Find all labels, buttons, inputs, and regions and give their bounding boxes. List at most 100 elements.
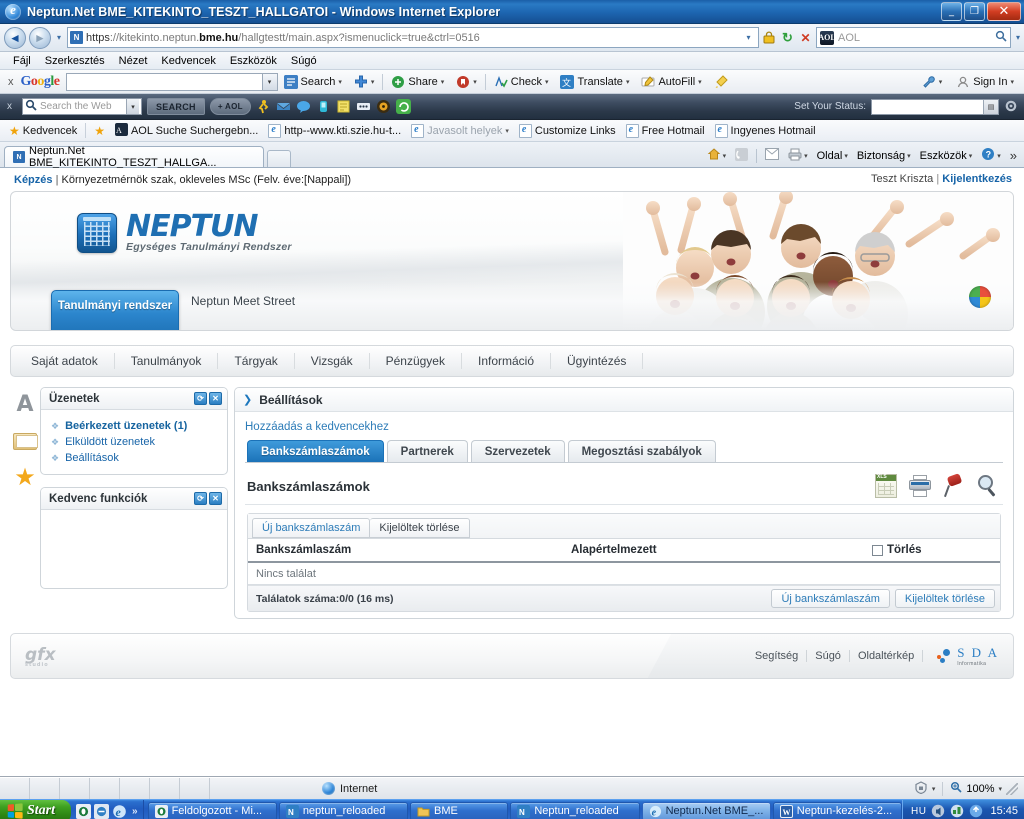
zoom-magnifier-icon[interactable] — [950, 781, 962, 796]
footer-link-segitseg[interactable]: Segítség — [755, 650, 798, 662]
magnifier-icon[interactable] — [977, 474, 999, 498]
google-share-button[interactable]: Share ▾ — [385, 75, 450, 89]
zoom-level[interactable]: 100% — [966, 783, 994, 795]
xls-export-icon[interactable] — [875, 474, 897, 498]
google-autofill-caret[interactable]: ▾ — [698, 78, 702, 86]
window-title-bar[interactable]: Neptun.Net BME_KITEKINTO_TESZT_HALLGATOI… — [0, 0, 1024, 24]
menu-item-eszkozok[interactable]: Eszközök — [223, 54, 284, 68]
aol-more-icon[interactable] — [356, 99, 371, 114]
home-button[interactable]: ▾ — [704, 147, 730, 164]
favorite-kti-szie[interactable]: http--www.kti.szie.hu-t... — [263, 123, 406, 138]
add-favorite-button[interactable]: ★ — [89, 124, 110, 138]
aol-search-button[interactable]: SEARCH — [147, 98, 205, 115]
tab-partnerek[interactable]: Partnerek — [386, 440, 468, 462]
google-search-button[interactable]: Search ▾ — [278, 74, 348, 89]
task-button-neptun-kezeles[interactable]: W Neptun-kezelés-2... — [772, 801, 903, 819]
favorite-customize-links[interactable]: Customize Links — [514, 123, 621, 138]
google-translate-button[interactable]: 文 Translate ▾ — [554, 74, 635, 89]
favorite-free-hotmail[interactable]: Free Hotmail — [621, 123, 710, 138]
tools-menu-button[interactable]: Eszközök ▾ — [917, 150, 976, 162]
envelope-icon[interactable] — [13, 433, 38, 450]
refresh-icon[interactable]: ↻ — [780, 30, 795, 46]
browser-tab-neptun[interactable]: N Neptun.Net BME_KITEKINTO_TESZT_HALLGA.… — [4, 145, 264, 169]
url-input[interactable]: N https://kitekinto.neptun.bme.hu/hallgt… — [67, 27, 759, 48]
select-all-checkbox[interactable] — [872, 544, 883, 556]
task-button-bme[interactable]: BME — [410, 801, 509, 819]
print-icon[interactable] — [909, 474, 931, 498]
update-icon[interactable] — [969, 804, 983, 818]
kepzes-link[interactable]: Képzés — [14, 174, 53, 186]
home-caret[interactable]: ▾ — [723, 152, 727, 160]
sidebar-item-beallitasok[interactable]: ❖ Beállítások — [51, 450, 219, 466]
page-menu-caret[interactable]: ▾ — [844, 152, 848, 160]
aol-add-button[interactable]: + AOL — [209, 98, 251, 115]
outlook-quicklaunch-icon[interactable] — [76, 803, 92, 819]
aol-search-dropdown-icon[interactable]: ▾ — [126, 99, 139, 114]
favorite-javasolt-helyek[interactable]: Javasolt helyek ▾ — [406, 123, 514, 138]
aol-sync-icon[interactable] — [395, 99, 411, 114]
aol-radio-icon[interactable] — [376, 99, 391, 114]
aol-running-man-icon[interactable] — [256, 99, 271, 114]
aol-status-picker-icon[interactable]: ▤ — [983, 99, 998, 114]
footer-new-bank-account-button[interactable]: Új bankszámlaszám — [771, 589, 890, 608]
task-button-neptun-net-bme[interactable]: e Neptun.Net BME_... — [641, 801, 771, 819]
network-icon[interactable] — [950, 804, 964, 818]
resize-grip[interactable] — [1006, 782, 1018, 795]
new-bank-account-button[interactable]: Új bankszámlaszám — [252, 518, 371, 538]
messenger-quicklaunch-icon[interactable] — [94, 803, 110, 819]
print-button[interactable]: ▾ — [785, 148, 811, 164]
google-search-input[interactable]: ▾ — [65, 72, 278, 91]
sidebar-item-elkuldott[interactable]: ❖ Elküldött üzenetek — [51, 434, 219, 450]
google-translate-caret[interactable]: ▾ — [626, 78, 630, 86]
aol-weather-icon[interactable] — [316, 99, 331, 114]
help-menu-button[interactable]: ? ▾ — [978, 147, 1004, 164]
security-menu-caret[interactable]: ▾ — [907, 152, 911, 160]
google-search-caret[interactable]: ▾ — [338, 78, 342, 86]
minimize-button[interactable]: _ — [941, 2, 962, 21]
neptun-globe-icon[interactable] — [969, 286, 991, 308]
aol-status-input[interactable]: ▤ — [871, 98, 999, 115]
google-settings-caret[interactable]: ▾ — [939, 78, 943, 86]
favorite-ingyenes-hotmail[interactable]: Ingyenes Hotmail — [710, 123, 821, 138]
aol-settings-gear-icon[interactable] — [1004, 99, 1019, 114]
page-menu-button[interactable]: Oldal ▾ — [814, 150, 851, 162]
aol-im-icon[interactable] — [296, 99, 311, 114]
tab-szervezetek[interactable]: Szervezetek — [470, 440, 565, 462]
search-magnifier-icon[interactable] — [995, 30, 1007, 45]
column-header-bankszamlaszam[interactable]: Bankszámlaszám — [256, 544, 571, 556]
google-check-button[interactable]: Check ▾ — [488, 75, 555, 89]
google-plus-caret[interactable]: ▾ — [371, 78, 375, 86]
footer-delete-selected-button[interactable]: Kijelöltek törlése — [894, 589, 995, 608]
delete-selected-button[interactable]: Kijelöltek törlése — [370, 518, 470, 538]
favorite-caret[interactable]: ▾ — [505, 127, 509, 135]
sidebar-link[interactable]: Beérkezett üzenetek (1) — [65, 420, 187, 432]
google-settings-button[interactable]: ▾ — [916, 75, 949, 89]
tab-neptun-meet-street[interactable]: Neptun Meet Street — [191, 294, 295, 308]
url-dropdown-icon[interactable]: ▾ — [741, 30, 756, 46]
alphabet-icon[interactable]: A — [13, 393, 37, 417]
google-sign-in-caret[interactable]: ▾ — [1010, 78, 1014, 86]
back-button[interactable]: ◄ — [4, 26, 26, 49]
help-caret[interactable]: ▾ — [997, 152, 1001, 160]
panel-refresh-icon[interactable]: ⟳ — [194, 392, 207, 405]
sidebar-link[interactable]: Beállítások — [65, 452, 119, 464]
zoom-caret[interactable]: ▾ — [998, 785, 1002, 793]
panel-close-icon[interactable]: ✕ — [209, 492, 222, 505]
sidebar-link[interactable]: Elküldött üzenetek — [65, 436, 155, 448]
footer-link-oldalterkep[interactable]: Oldaltérkép — [858, 650, 914, 662]
new-tab-button[interactable] — [267, 150, 291, 167]
security-zone[interactable]: Internet — [322, 782, 377, 795]
google-highlight-button[interactable] — [708, 74, 734, 89]
taskbar-clock[interactable]: 15:45 — [988, 805, 1018, 817]
panel-refresh-icon[interactable]: ⟳ — [194, 492, 207, 505]
google-check-caret[interactable]: ▾ — [545, 78, 549, 86]
nav-vizsgak[interactable]: Vizsgák — [295, 353, 370, 369]
menu-item-nezet[interactable]: Nézet — [112, 54, 155, 68]
restore-button[interactable]: ❐ — [964, 2, 985, 21]
quick-launch-overflow-icon[interactable]: » — [130, 806, 138, 817]
history-dropdown-icon[interactable]: ▾ — [54, 33, 64, 42]
security-menu-button[interactable]: Biztonság ▾ — [854, 150, 914, 162]
google-plus-button[interactable]: ▾ — [348, 75, 381, 89]
feeds-button[interactable] — [732, 147, 751, 164]
volume-icon[interactable] — [931, 804, 945, 818]
